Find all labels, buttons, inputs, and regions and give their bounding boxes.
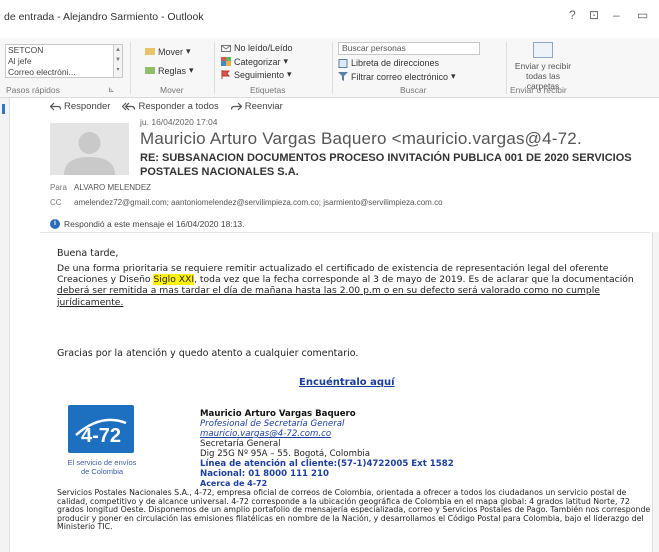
move-icon bbox=[145, 48, 155, 55]
unread-read-label: No leído/Leído bbox=[234, 43, 293, 53]
reply-all-icon bbox=[122, 102, 136, 111]
follow-up-label: Seguimiento bbox=[234, 69, 285, 80]
address-book-icon bbox=[338, 58, 348, 68]
send-receive-icon bbox=[533, 42, 553, 58]
folder-pane-collapsed[interactable] bbox=[0, 98, 10, 552]
sender[interactable]: Mauricio Arturo Vargas Baquero <mauricio… bbox=[140, 129, 582, 149]
group-separator bbox=[214, 42, 215, 94]
logo-text: 4-72 bbox=[81, 425, 121, 447]
categorize-label: Categorizar bbox=[234, 56, 281, 67]
rules-icon bbox=[145, 67, 155, 74]
dialog-launcher-icon[interactable]: ⊾ bbox=[108, 85, 115, 94]
signature-email[interactable]: mauricio.vargas@4-72.com.co bbox=[200, 429, 331, 439]
quick-step-item[interactable]: Correo electróni... bbox=[6, 67, 122, 78]
categorize-icon bbox=[221, 57, 231, 66]
quick-step-item[interactable]: Al jefe bbox=[6, 56, 122, 67]
title-bar: de entrada - Alejandro Sarmiento - Outlo… bbox=[0, 0, 659, 34]
filter-email-label: Filtrar correo electrónico bbox=[351, 71, 449, 82]
filter-icon bbox=[338, 72, 348, 81]
signature-name: Mauricio Arturo Vargas Baquero bbox=[200, 409, 356, 419]
closing-text: Gracias por la atención y quedo atento a… bbox=[57, 348, 359, 359]
reply-icon bbox=[50, 102, 61, 111]
send-receive-all-button[interactable]: Enviar y recibir todas las carpetas bbox=[512, 42, 574, 91]
to-recipient[interactable]: ALVARO MELENDEZ bbox=[74, 183, 151, 192]
forward-icon bbox=[230, 102, 242, 111]
quick-steps-gallery[interactable]: SETCON Al jefe Correo electróni... ▲ ▼ ▾ bbox=[5, 44, 123, 78]
group-separator bbox=[506, 42, 507, 94]
logo-caption-2: de Colombia bbox=[80, 467, 124, 476]
follow-up-button[interactable]: Seguimiento ▾ bbox=[221, 69, 292, 80]
maximize-icon[interactable]: ▭ bbox=[637, 8, 648, 22]
company-logo: 4-72 bbox=[68, 405, 134, 453]
address-book-label: Libreta de direcciones bbox=[351, 58, 440, 68]
unread-read-button[interactable]: No leído/Leído bbox=[221, 43, 293, 53]
signature-national-line: Nacional: 01 8000 111 210 bbox=[200, 469, 329, 479]
logo-mark: 4-72 bbox=[75, 418, 127, 447]
cc-recipients[interactable]: amelendez72@gmail.com; aantoniomelendez@… bbox=[74, 198, 443, 207]
reply-all-button[interactable]: Responder a todos bbox=[122, 101, 219, 112]
ribbon: SETCON Al jefe Correo electróni... ▲ ▼ ▾ P… bbox=[0, 38, 659, 98]
find-it-here-link[interactable]: Encuéntralo aquí bbox=[299, 377, 395, 388]
logo-caption: El servicio de envíos de Colombia bbox=[50, 458, 154, 476]
move-button[interactable]: Mover ▾ bbox=[145, 46, 191, 57]
categorize-button[interactable]: Categorizar ▾ bbox=[221, 56, 288, 67]
group-label-find: Buscar bbox=[400, 85, 427, 95]
help-icon[interactable]: ? bbox=[569, 8, 576, 22]
paragraph-text-2: , toda vez que la fecha corresponde al 3… bbox=[194, 274, 634, 286]
info-icon: i bbox=[50, 219, 60, 229]
cc-line: CC amelendez72@gmail.com; aantoniomelende… bbox=[50, 198, 443, 207]
group-label-tags: Etiquetas bbox=[250, 85, 286, 95]
envelope-icon bbox=[221, 44, 231, 52]
cc-label: CC bbox=[50, 198, 62, 207]
group-label-send-receive: Enviar o recibir bbox=[510, 85, 567, 95]
filter-email-button[interactable]: Filtrar correo electrónico ▾ bbox=[338, 71, 456, 82]
logo-caption-1: El servicio de envíos bbox=[67, 458, 137, 467]
underlined-text: deberá ser remitida a mas tardar el día … bbox=[57, 285, 600, 308]
group-separator bbox=[332, 42, 333, 94]
highlighted-text: Siglo XXI bbox=[153, 274, 195, 286]
group-label-quick-steps: Pasos rápidos bbox=[6, 85, 60, 95]
group-label-move: Mover bbox=[160, 85, 184, 95]
reply-button[interactable]: Responder bbox=[50, 101, 110, 112]
person-icon bbox=[64, 132, 115, 175]
info-text: Respondió a este mensaje el 16/04/2020 1… bbox=[64, 219, 245, 229]
greeting: Buena tarde, bbox=[57, 248, 119, 259]
reply-label: Responder bbox=[64, 101, 111, 112]
signature-department: Secretaría General bbox=[200, 439, 281, 449]
body-paragraph: De una forma prioritaria se requiere rem… bbox=[57, 263, 652, 308]
forward-button[interactable]: Reenviar bbox=[230, 101, 283, 112]
message-actions: Responder Responder a todos Reenviar bbox=[50, 101, 283, 112]
search-people-input[interactable]: Buscar personas bbox=[338, 42, 480, 55]
to-line: Para ALVARO MELENDEZ bbox=[50, 183, 151, 192]
window-title: de entrada - Alejandro Sarmiento - Outlo… bbox=[4, 11, 204, 23]
rules-label: Reglas bbox=[158, 65, 187, 76]
gallery-scroll-icon[interactable]: ▲ ▼ ▾ bbox=[113, 45, 122, 77]
signature-role: Profesional de Secretaría General bbox=[200, 419, 345, 429]
group-separator bbox=[130, 42, 131, 94]
quick-step-item[interactable]: SETCON bbox=[6, 45, 122, 56]
move-label: Mover bbox=[158, 46, 184, 57]
flag-icon bbox=[221, 70, 231, 79]
reply-all-label: Responder a todos bbox=[138, 101, 219, 112]
subject: RE: SUBSANACION DOCUMENTOS PROCESO INVIT… bbox=[140, 152, 632, 178]
forward-label: Reenviar bbox=[244, 101, 283, 112]
info-bar[interactable]: i Respondió a este mensaje el 16/04/2020… bbox=[50, 219, 245, 229]
avatar bbox=[50, 123, 129, 175]
address-book-button[interactable]: Libreta de direcciones bbox=[338, 58, 439, 68]
signature-address: Dig 25G Nº 95A – 55. Bogotá, Colombia bbox=[200, 449, 371, 459]
about-text: Servicios Postales Nacionales S.A., 4-72… bbox=[57, 488, 651, 532]
rules-button[interactable]: Reglas ▾ bbox=[145, 65, 194, 76]
signature-hotline: Línea de atención al cliente:(57-1)47220… bbox=[200, 459, 454, 469]
ribbon-display-icon[interactable]: ⊡ bbox=[589, 8, 599, 22]
minimize-icon[interactable]: – bbox=[613, 8, 620, 22]
sent-date: ju. 16/04/2020 17:04 bbox=[140, 117, 218, 127]
to-label: Para bbox=[50, 183, 67, 192]
active-marker bbox=[2, 104, 5, 114]
